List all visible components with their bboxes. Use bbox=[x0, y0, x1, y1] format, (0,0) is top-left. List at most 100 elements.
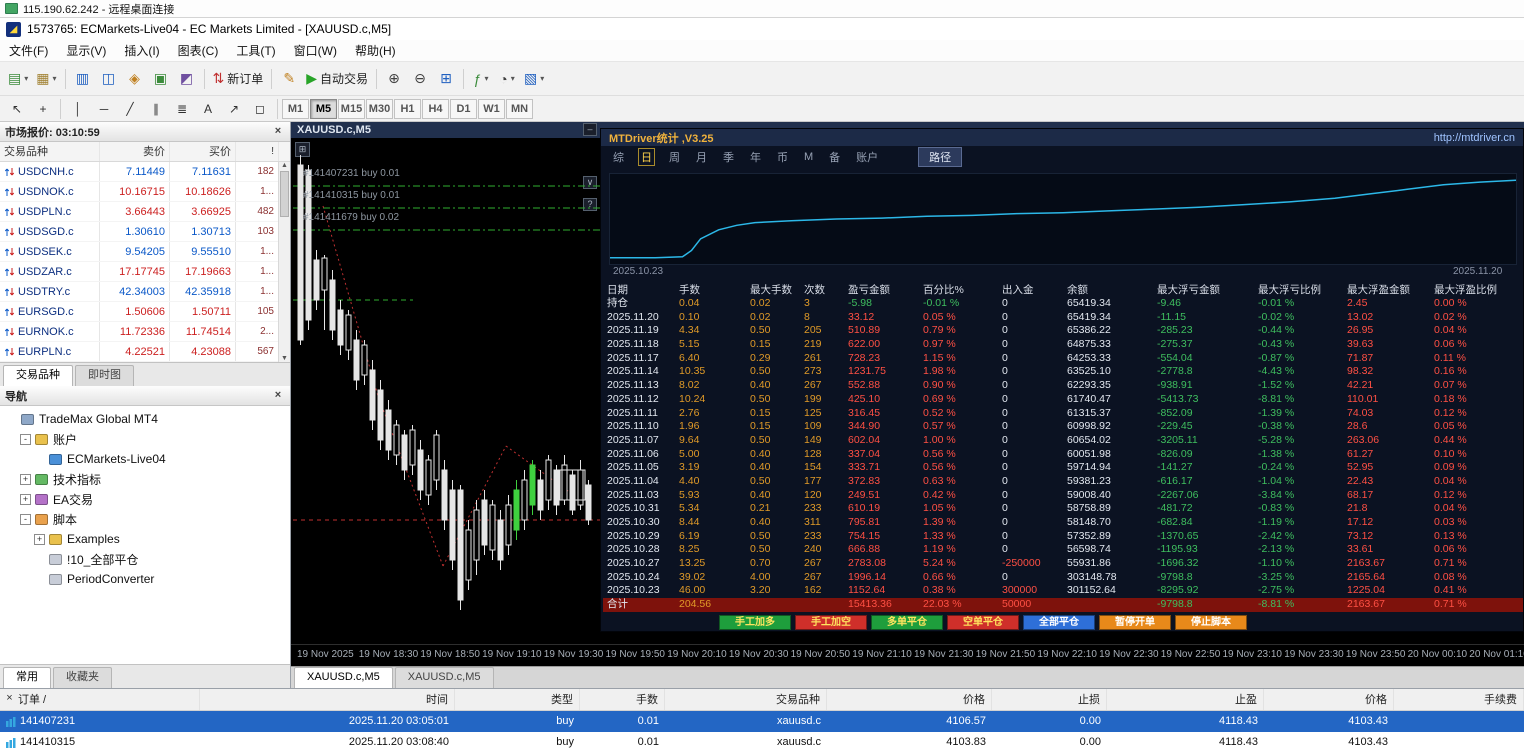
timeframe-m15[interactable]: M15 bbox=[338, 98, 365, 119]
close-longs-button[interactable]: 多单平仓 bbox=[871, 615, 943, 630]
path-button[interactable]: 路径 bbox=[918, 147, 963, 167]
stats-panel-url[interactable]: http://mtdriver.cn bbox=[1434, 132, 1515, 144]
stats-tab-8[interactable]: 备 bbox=[827, 149, 842, 165]
terminal-column[interactable]: 手数 bbox=[580, 689, 665, 710]
metaeditor-button[interactable]: ✎ bbox=[276, 67, 302, 91]
terminal-close-button[interactable]: × bbox=[3, 691, 16, 706]
chart-tab[interactable]: XAUUSD.c,M5 bbox=[394, 667, 494, 688]
timeframe-m30[interactable]: M30 bbox=[366, 98, 393, 119]
menu-item[interactable]: 工具(T) bbox=[227, 39, 284, 62]
timeframe-mn[interactable]: MN bbox=[506, 98, 533, 119]
terminal-column[interactable]: 交易品种 bbox=[665, 689, 827, 710]
stats-tab-1[interactable]: 日 bbox=[638, 148, 655, 166]
navigator-item[interactable]: PeriodConverter bbox=[0, 569, 290, 589]
market-watch-row[interactable]: EURSGD.c 1.50606 1.50711 105 bbox=[0, 302, 290, 322]
market-watch-row[interactable]: USDSGD.c 1.30610 1.30713 103 bbox=[0, 222, 290, 242]
stats-tab-7[interactable]: M bbox=[802, 151, 815, 163]
market-watch-tab[interactable]: 即时图 bbox=[75, 365, 134, 386]
stats-tab-5[interactable]: 年 bbox=[748, 149, 763, 165]
chart-window[interactable]: XAUUSD.c,M5 – ⊞ ∨ ? #141407231 buy 0.01 #… bbox=[291, 122, 1524, 688]
timeframe-w1[interactable]: W1 bbox=[478, 98, 505, 119]
terminal-column[interactable]: 止盈 bbox=[1107, 689, 1264, 710]
terminal-column[interactable]: 价格 bbox=[1264, 689, 1394, 710]
navigator-button[interactable]: ◈ bbox=[122, 67, 148, 91]
scrollbar-thumb[interactable] bbox=[280, 171, 289, 217]
manual-sell-button[interactable]: 手工加空 bbox=[795, 615, 867, 630]
new-order-button[interactable]: ⇅ 新订单 bbox=[209, 67, 268, 91]
strategy-tester-button[interactable]: ◩ bbox=[174, 67, 200, 91]
expand-icon[interactable]: + bbox=[20, 493, 31, 505]
market-watch-row[interactable]: USDSEK.c 9.54205 9.55510 1... bbox=[0, 242, 290, 262]
new-chart-button[interactable]: ▤ ▾ bbox=[4, 67, 32, 91]
stats-tab-2[interactable]: 周 bbox=[667, 149, 682, 165]
terminal-column[interactable]: 订单 / bbox=[0, 689, 200, 710]
navigator-item[interactable]: + EA交易 bbox=[0, 489, 290, 509]
text-button[interactable]: A bbox=[195, 99, 221, 119]
navigator-close-button[interactable]: × bbox=[271, 389, 285, 403]
market-watch-close-button[interactable]: × bbox=[271, 125, 285, 139]
close-all-button[interactable]: 全部平仓 bbox=[1023, 615, 1095, 630]
autotrading-button[interactable]: ▶ 自动交易 bbox=[302, 67, 372, 91]
scrollbar-down-icon[interactable]: ▼ bbox=[281, 355, 288, 362]
expand-icon[interactable]: + bbox=[20, 473, 31, 485]
vertical-line-button[interactable]: │ bbox=[65, 99, 91, 119]
zoom-in-button[interactable]: ⊕ bbox=[381, 67, 407, 91]
market-watch-row[interactable]: USDPLN.c 3.66443 3.66925 482 bbox=[0, 202, 290, 222]
chart-tab[interactable]: XAUUSD.c,M5 bbox=[294, 667, 393, 688]
close-shorts-button[interactable]: 空单平仓 bbox=[947, 615, 1019, 630]
market-watch-row[interactable]: EURPLN.c 4.22521 4.23088 567 bbox=[0, 342, 290, 362]
stats-tab-9[interactable]: 账户 bbox=[854, 149, 880, 165]
order-row[interactable]: 141410315 2025.11.20 03:08:40 buy 0.01 xauus… bbox=[0, 732, 1524, 753]
menu-item[interactable]: 图表(C) bbox=[169, 39, 228, 62]
terminal-button[interactable]: ▣ bbox=[148, 67, 174, 91]
stats-tab-6[interactable]: 币 bbox=[775, 149, 790, 165]
market-watch-column[interactable]: 卖价 bbox=[100, 142, 170, 161]
menu-item[interactable]: 插入(I) bbox=[115, 39, 168, 62]
collapse-icon[interactable]: - bbox=[20, 433, 31, 445]
zoom-out-button[interactable]: ⊖ bbox=[407, 67, 433, 91]
expand-icon[interactable]: + bbox=[34, 533, 45, 545]
crosshair-button[interactable]: + bbox=[30, 99, 56, 119]
terminal-column[interactable]: 价格 bbox=[827, 689, 992, 710]
menu-item[interactable]: 帮助(H) bbox=[346, 39, 405, 62]
navigator-item[interactable]: + 技术指标 bbox=[0, 469, 290, 489]
terminal-column[interactable]: 手续费 bbox=[1394, 689, 1524, 710]
timeframe-m1[interactable]: M1 bbox=[282, 98, 309, 119]
periods-button[interactable]: ◔ ▾ bbox=[494, 67, 520, 91]
navigator-item[interactable]: - 账户 bbox=[0, 429, 290, 449]
timeframe-h4[interactable]: H4 bbox=[422, 98, 449, 119]
collapse-icon[interactable]: - bbox=[20, 513, 31, 525]
order-row[interactable]: 141407231 2025.11.20 03:05:01 buy 0.01 xauus… bbox=[0, 711, 1524, 732]
tile-windows-button[interactable]: ⊞ bbox=[433, 67, 459, 91]
market-watch-row[interactable]: USDCNH.c 7.11449 7.11631 182 bbox=[0, 162, 290, 182]
market-watch-row[interactable]: USDNOK.c 10.16715 10.18626 1... bbox=[0, 182, 290, 202]
timeframe-m5[interactable]: M5 bbox=[310, 98, 337, 119]
terminal-column[interactable]: 止损 bbox=[992, 689, 1107, 710]
market-watch-scrollbar[interactable]: ▲ ▼ bbox=[278, 162, 290, 362]
stop-script-button[interactable]: 停止脚本 bbox=[1175, 615, 1247, 630]
menu-item[interactable]: 窗口(W) bbox=[285, 39, 346, 62]
market-watch-column[interactable]: ! bbox=[236, 142, 279, 161]
pause-opening-button[interactable]: 暂停开单 bbox=[1099, 615, 1171, 630]
menu-item[interactable]: 文件(F) bbox=[0, 39, 57, 62]
arrow-tool-button[interactable]: ↗ bbox=[221, 99, 247, 119]
channel-button[interactable]: ∥ bbox=[143, 99, 169, 119]
market-watch-button[interactable]: ▥ bbox=[70, 67, 96, 91]
scrollbar-up-icon[interactable]: ▲ bbox=[281, 162, 288, 169]
menu-item[interactable]: 显示(V) bbox=[57, 39, 115, 62]
trendline-button[interactable]: ╱ bbox=[117, 99, 143, 119]
timeframe-d1[interactable]: D1 bbox=[450, 98, 477, 119]
data-window-button[interactable]: ◫ bbox=[96, 67, 122, 91]
timeframe-h1[interactable]: H1 bbox=[394, 98, 421, 119]
terminal-column[interactable]: 类型 bbox=[455, 689, 580, 710]
market-watch-row[interactable]: USDTRY.c 42.34003 42.35918 1... bbox=[0, 282, 290, 302]
market-watch-row[interactable]: USDZAR.c 17.17745 17.19663 1... bbox=[0, 262, 290, 282]
navigator-item[interactable]: TradeMax Global MT4 bbox=[0, 409, 290, 429]
cursor-button[interactable]: ↖ bbox=[4, 99, 30, 119]
market-watch-column[interactable]: 交易品种 bbox=[0, 142, 100, 161]
shapes-button[interactable]: ◻ bbox=[247, 99, 273, 119]
horizontal-line-button[interactable]: ─ bbox=[91, 99, 117, 119]
navigator-item[interactable]: - 脚本 bbox=[0, 509, 290, 529]
navigator-item[interactable]: ECMarkets-Live04 bbox=[0, 449, 290, 469]
manual-buy-button[interactable]: 手工加多 bbox=[719, 615, 791, 630]
